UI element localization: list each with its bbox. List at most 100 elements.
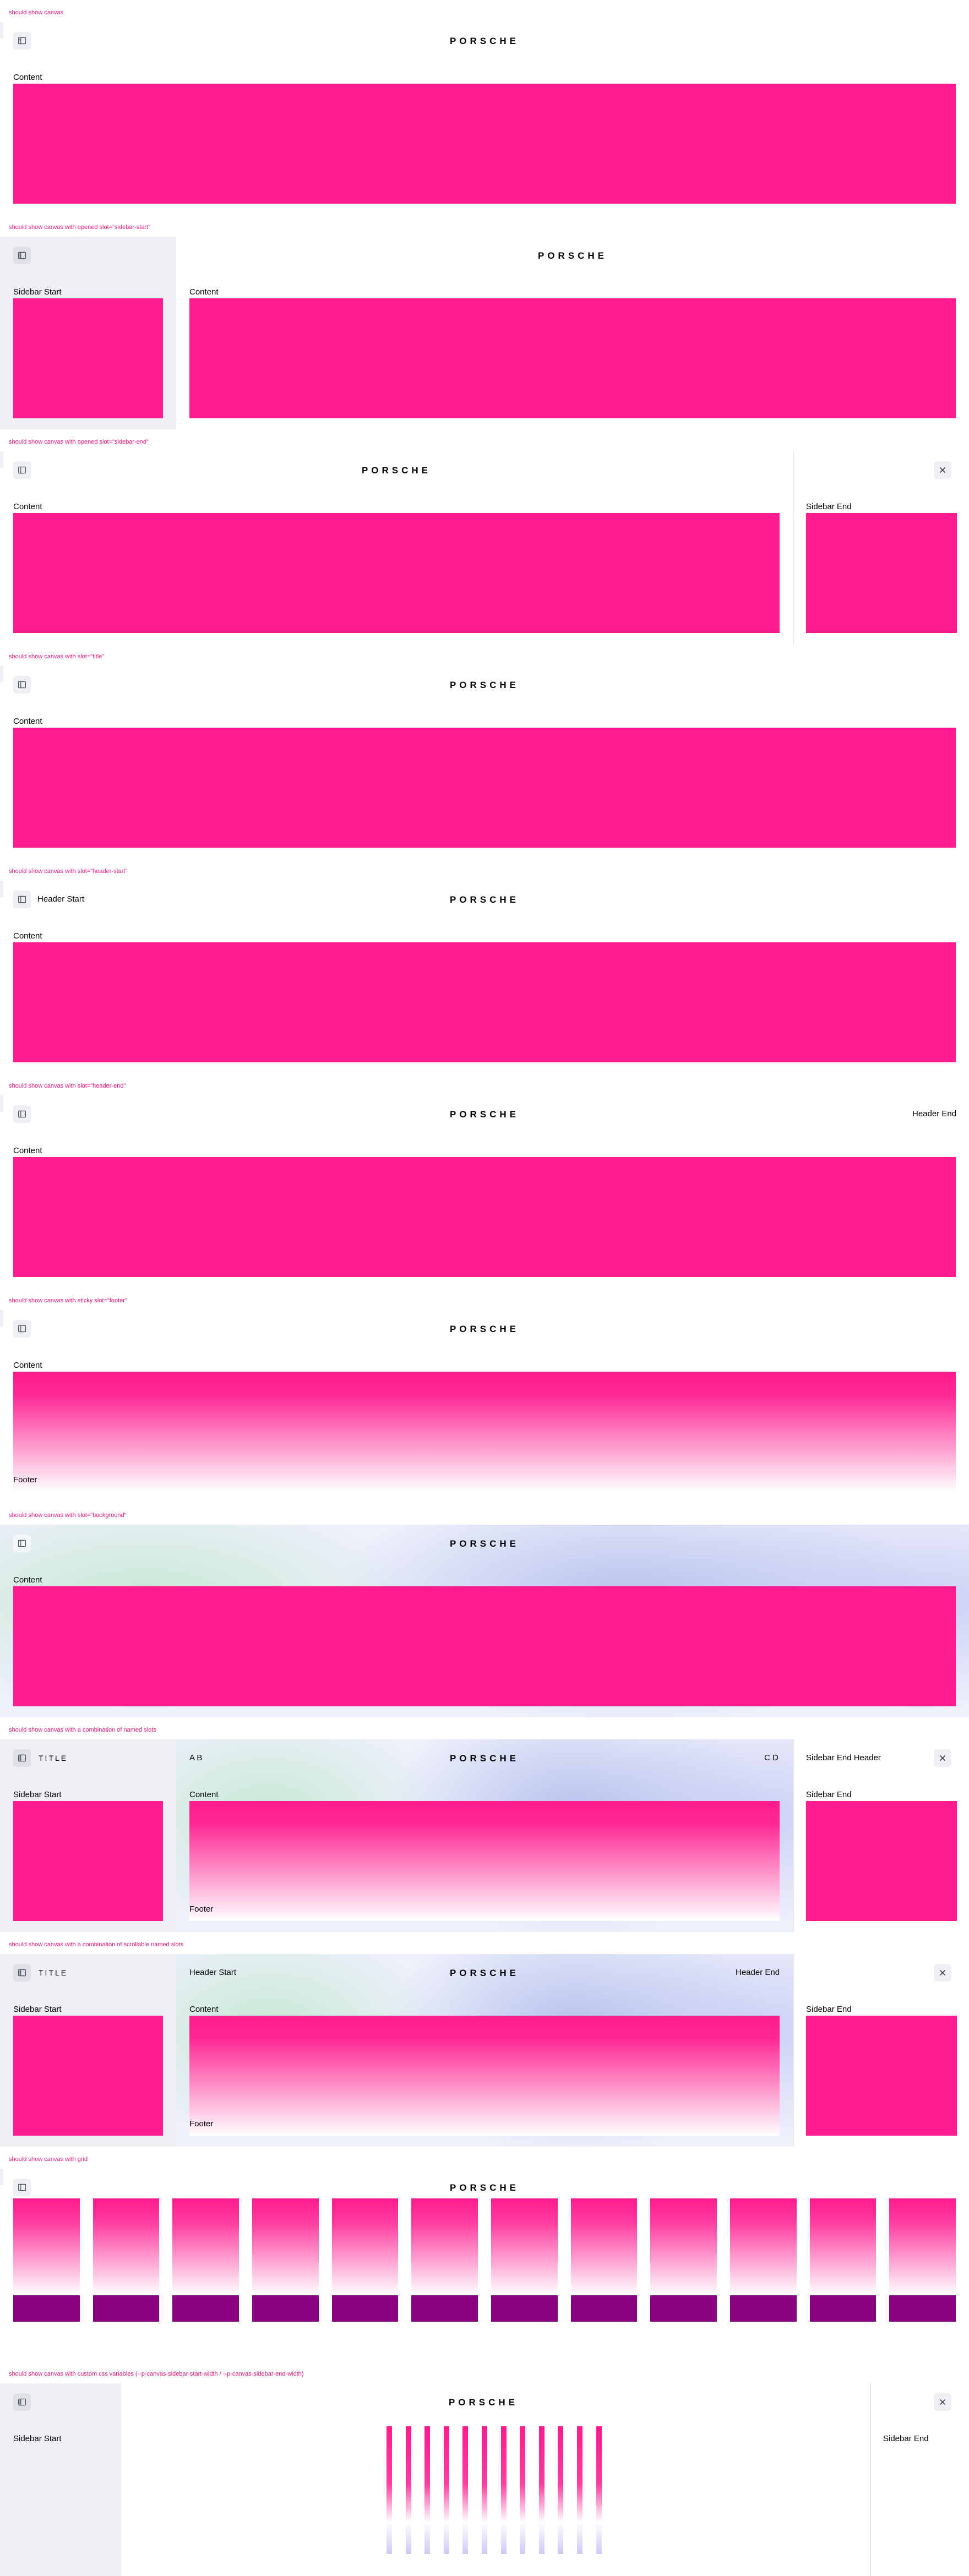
content-label: Content [13, 1575, 42, 1585]
sidebar-start-toggle-button[interactable] [13, 247, 31, 264]
porsche-wordmark[interactable]: PORSCHE [435, 893, 534, 905]
sidebar-start-toggle-button[interactable] [13, 1964, 31, 1982]
case-sidebar-start: should show canvas with opened slot="sid… [0, 215, 969, 429]
sidebar-toggle-icon [18, 466, 26, 474]
canvas: PORSCHE Content [0, 22, 969, 215]
canvas: PORSCHE [0, 2169, 969, 2361]
sidebar-end-close-button[interactable] [934, 2393, 951, 2411]
corner-tab [0, 881, 3, 897]
grid-column-footer [491, 2295, 558, 2322]
grid-column-footer [92, 2295, 160, 2322]
grid-column [331, 2198, 399, 2295]
sidebar-toggle-icon [18, 896, 26, 903]
case-label: should show canvas with a combination of… [9, 1727, 156, 1733]
canvas: Sidebar Start PORSCHE Content [0, 237, 969, 429]
content-block [13, 84, 956, 204]
sidebar-start-toggle-button[interactable] [13, 891, 31, 908]
header-end-label: C D [764, 1753, 779, 1762]
content-column [405, 2426, 411, 2554]
content-label: Content [13, 1361, 42, 1370]
grid-column-footer [730, 2295, 797, 2322]
footer-label: Footer [189, 1904, 214, 1914]
case-label: should show canvas with opened slot="sid… [9, 439, 149, 445]
grid-column [92, 2198, 160, 2295]
content-column [386, 2426, 392, 2554]
sidebar-start-toggle-button[interactable] [13, 32, 31, 50]
content-label: Content [13, 502, 42, 511]
sidebar-end-label: Sidebar End [806, 1790, 852, 1799]
content-block [13, 1157, 956, 1277]
content-label: Content [189, 287, 219, 297]
sidebar-end-close-button[interactable] [934, 1964, 951, 1982]
sidebar-start-toggle-button[interactable] [13, 1320, 31, 1338]
corner-tab [0, 451, 3, 468]
grid [0, 2169, 969, 2361]
porsche-wordmark[interactable]: PORSCHE [435, 1108, 534, 1120]
sidebar-toggle-icon [18, 37, 26, 45]
sidebar-end-label: Sidebar End [806, 502, 852, 511]
sidebar-end-close-button[interactable] [934, 1749, 951, 1767]
sidebar-start: TITLE Sidebar Start [0, 1739, 176, 1932]
sidebar-toggle-icon [18, 1110, 26, 1118]
sidebar-end-close-button[interactable] [934, 461, 951, 479]
porsche-wordmark[interactable]: PORSCHE [435, 1323, 534, 1335]
sidebar-toggle-icon [18, 252, 26, 259]
content-column [443, 2426, 449, 2554]
brand-text: PORSCHE [450, 1538, 519, 1549]
content-label: Content [189, 1790, 219, 1799]
content-column [577, 2426, 583, 2554]
header-end-label: Header End [736, 1968, 780, 1977]
content-label: Content [13, 73, 42, 82]
grid-column [411, 2198, 478, 2295]
sidebar-end: Sidebar End [793, 1954, 969, 2147]
sidebar-toggle-icon [18, 1754, 26, 1762]
porsche-wordmark[interactable]: PORSCHE [435, 35, 534, 47]
sidebar-start-toggle-button[interactable] [13, 1535, 31, 1552]
header-start-label: Header Start [189, 1968, 237, 1977]
canvas: Sidebar Start PORSCHE Sidebar End [0, 2383, 969, 2576]
brand-text: PORSCHE [538, 250, 607, 261]
sidebar-start-title: TITLE [39, 1968, 68, 1977]
sidebar-start: Sidebar Start [0, 237, 176, 429]
footer-label: Footer [13, 1475, 37, 1485]
content-block [189, 298, 956, 418]
grid-column [730, 2198, 797, 2295]
canvas: TITLE Sidebar Start A B PORSCHE C D Cont… [0, 1739, 969, 1932]
content-block [13, 1586, 956, 1706]
content-block [13, 728, 956, 848]
canvas: PORSCHE Content [0, 1525, 969, 1717]
content-label: Content [189, 2005, 219, 2014]
header-end-label: Header End [912, 1109, 957, 1118]
canvas: PORSCHE Content Footer [0, 1310, 969, 1503]
sidebar-end-label: Sidebar End [883, 2434, 929, 2443]
porsche-wordmark[interactable]: PORSCHE [435, 1537, 534, 1549]
case-header-end: should show canvas with slot="header-end… [0, 1073, 969, 1288]
sidebar-start-toggle-button[interactable] [13, 1105, 31, 1123]
sidebar-toggle-icon [18, 1969, 26, 1977]
corner-tab [0, 22, 3, 39]
sidebar-end: Sidebar End [870, 2383, 969, 2576]
content-column [482, 2426, 487, 2554]
grid-column [172, 2198, 239, 2295]
brand-text: PORSCHE [450, 36, 519, 46]
case-title: should show canvas with slot="title" POR… [0, 644, 969, 859]
content-label: Content [13, 1146, 42, 1155]
sidebar-start-toggle-button[interactable] [13, 1749, 31, 1767]
case-label: should show canvas with grid [9, 2156, 88, 2163]
porsche-wordmark[interactable]: PORSCHE [523, 249, 622, 261]
grid-column-footer [252, 2295, 319, 2322]
sidebar-toggle-icon [18, 1325, 26, 1333]
porsche-wordmark[interactable]: PORSCHE [435, 679, 534, 691]
case-custom-css-vars: should show canvas with custom css varia… [0, 2361, 969, 2576]
content-label: Content [13, 717, 42, 726]
porsche-wordmark[interactable]: PORSCHE [435, 1752, 534, 1764]
porsche-wordmark[interactable]: PORSCHE [435, 1967, 534, 1979]
porsche-wordmark[interactable]: PORSCHE [347, 464, 446, 476]
grid-column-footer [889, 2295, 956, 2322]
sidebar-start-label: Sidebar Start [13, 287, 62, 297]
sidebar-start: TITLE Sidebar Start [0, 1954, 176, 2147]
case-label: should show canvas with slot="background… [9, 1512, 127, 1519]
sidebar-start-toggle-button[interactable] [13, 676, 31, 694]
sidebar-start-toggle-button[interactable] [13, 461, 31, 479]
case-label: should show canvas with slot="header-sta… [9, 868, 128, 875]
